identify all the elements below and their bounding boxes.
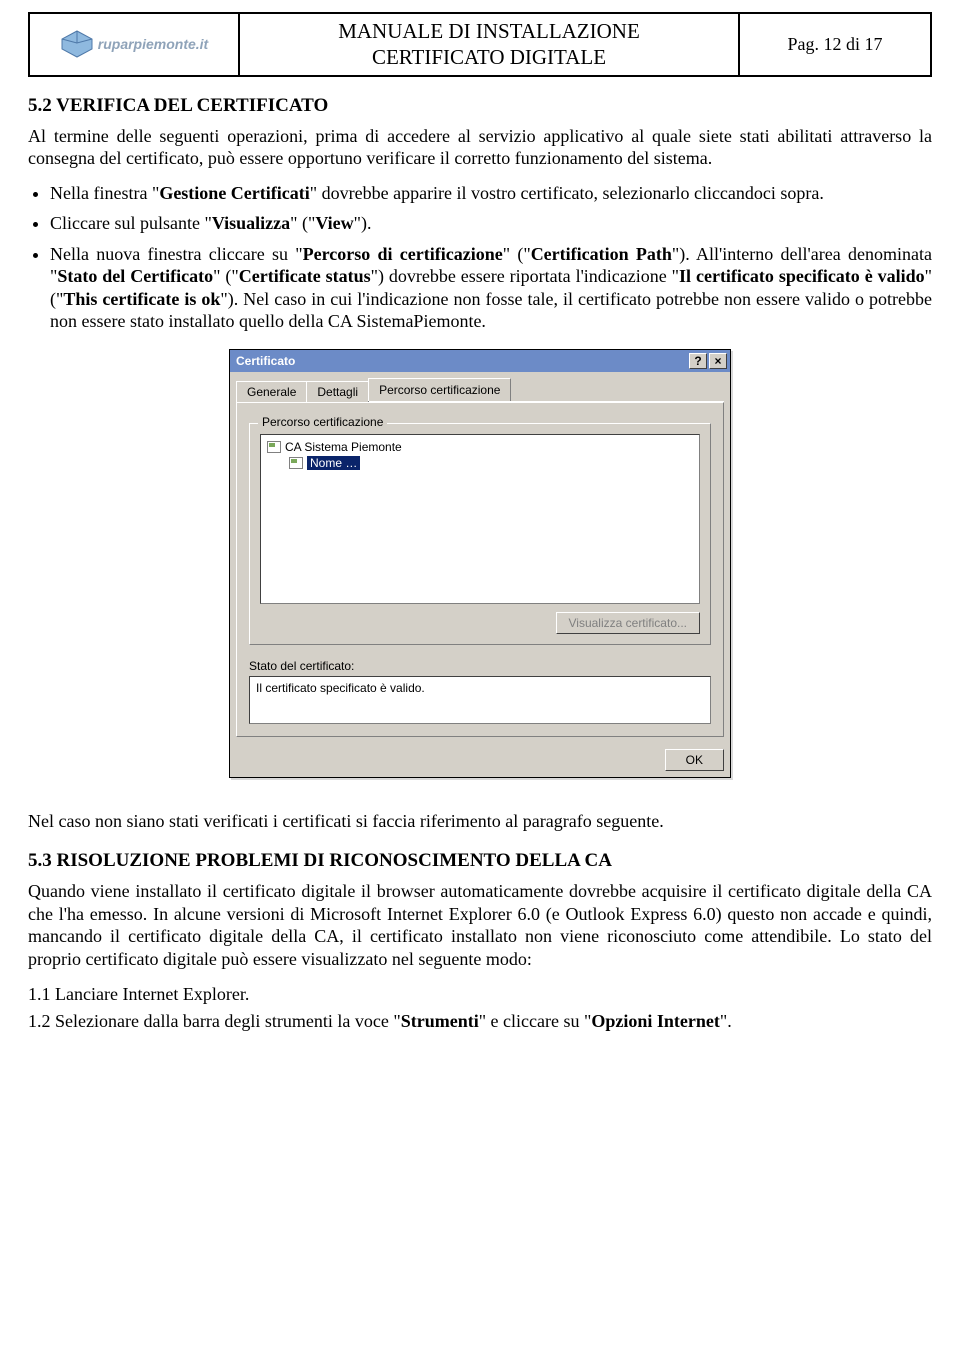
tree-item-user-label: Nome … bbox=[307, 456, 360, 470]
step-2-bold1: Strumenti bbox=[401, 1011, 479, 1031]
dialog-tabs: Generale Dettagli Percorso certificazion… bbox=[236, 378, 724, 402]
step-2-bold2: Opzioni Internet bbox=[591, 1011, 720, 1031]
after-dialog-paragraph: Nel caso non siano stati verificati i ce… bbox=[28, 810, 932, 833]
logo: ruparpiemonte.it bbox=[60, 29, 208, 59]
section-5-3-heading: 5.3 RISOLUZIONE PROBLEMI DI RICONOSCIMEN… bbox=[28, 850, 932, 872]
dialog-titlebar: Certificato ? × bbox=[230, 350, 730, 372]
bullet-3-mid1: " (" bbox=[503, 244, 531, 264]
dialog-help-button[interactable]: ? bbox=[689, 353, 707, 369]
bullet-2-bold1: Visualizza bbox=[212, 213, 290, 233]
header-logo-cell: ruparpiemonte.it bbox=[30, 14, 240, 75]
bullet-1: Nella finestra "Gestione Certificati" do… bbox=[50, 182, 932, 205]
step-1: 1.1 Lanciare Internet Explorer. bbox=[28, 982, 932, 1007]
tab-panel-cert-path: Percorso certificazione CA Sistema Piemo… bbox=[236, 402, 724, 737]
cert-path-groupbox: Percorso certificazione CA Sistema Piemo… bbox=[249, 423, 711, 645]
groupbox-legend: Percorso certificazione bbox=[258, 415, 387, 429]
step-2-post: ". bbox=[720, 1011, 732, 1031]
header-title-line2: CERTIFICATO DIGITALE bbox=[372, 44, 606, 70]
bullet-2-post: "). bbox=[354, 213, 372, 233]
bullet-3: Nella nuova finestra cliccare su "Percor… bbox=[50, 243, 932, 333]
tab-general[interactable]: Generale bbox=[236, 381, 307, 402]
section-5-2-heading: 5.2 VERIFICA DEL CERTIFICATO bbox=[28, 95, 932, 117]
certificate-icon bbox=[267, 441, 281, 453]
header-page-cell: Pag. 12 di 17 bbox=[740, 14, 930, 75]
section-5-2-intro: Al termine delle seguenti operazioni, pr… bbox=[28, 125, 932, 170]
tree-item-ca[interactable]: CA Sistema Piemonte bbox=[265, 439, 695, 455]
bullet-3-bold2: Certification Path bbox=[531, 244, 672, 264]
certificate-icon bbox=[289, 457, 303, 469]
header-title-cell: MANUALE DI INSTALLAZIONE CERTIFICATO DIG… bbox=[240, 14, 740, 75]
bullet-1-post: " dovrebbe apparire il vostro certificat… bbox=[310, 183, 824, 203]
document-page: ruparpiemonte.it MANUALE DI INSTALLAZION… bbox=[0, 0, 960, 1076]
view-certificate-button[interactable]: Visualizza certificato... bbox=[556, 612, 701, 634]
bullet-3-bold6: This certificate is ok bbox=[63, 289, 220, 309]
cert-path-tree[interactable]: CA Sistema Piemonte Nome … bbox=[260, 434, 700, 604]
step-2-pre: 1.2 Selezionare dalla barra degli strume… bbox=[28, 1011, 401, 1031]
steps: 1.1 Lanciare Internet Explorer. 1.2 Sele… bbox=[28, 982, 932, 1034]
bullet-3-pre: Nella nuova finestra cliccare su " bbox=[50, 244, 303, 264]
ok-button[interactable]: OK bbox=[665, 749, 724, 771]
logo-icon bbox=[60, 29, 94, 59]
step-2-mid: " e cliccare su " bbox=[479, 1011, 592, 1031]
bullet-2-pre: Cliccare sul pulsante " bbox=[50, 213, 212, 233]
bullet-2-mid: " (" bbox=[290, 213, 315, 233]
tree-item-ca-label: CA Sistema Piemonte bbox=[285, 440, 402, 454]
step-2: 1.2 Selezionare dalla barra degli strume… bbox=[28, 1009, 932, 1034]
dialog-title: Certificato bbox=[236, 354, 295, 368]
bullet-3-bold3: Stato del Certificato bbox=[57, 266, 213, 286]
certificate-dialog: Certificato ? × Generale Dettagli Percor… bbox=[229, 349, 731, 778]
document-header: ruparpiemonte.it MANUALE DI INSTALLAZION… bbox=[28, 12, 932, 77]
tree-item-user[interactable]: Nome … bbox=[287, 455, 695, 471]
bullet-2-bold2: View bbox=[315, 213, 353, 233]
section-5-2-bullets: Nella finestra "Gestione Certificati" do… bbox=[50, 182, 932, 333]
bullet-1-pre: Nella finestra " bbox=[50, 183, 159, 203]
bullet-3-bold5: Il certificato specificato è valido bbox=[679, 266, 925, 286]
bullet-3-mid4: ") dovrebbe essere riportata l'indicazio… bbox=[371, 266, 679, 286]
bullet-3-mid3: " (" bbox=[213, 266, 239, 286]
cert-status-label: Stato del certificato: bbox=[249, 659, 711, 673]
cert-status-box: Il certificato specificato è valido. bbox=[249, 676, 711, 724]
bullet-1-bold: Gestione Certificati bbox=[159, 183, 309, 203]
dialog-close-button[interactable]: × bbox=[709, 353, 727, 369]
header-title-line1: MANUALE DI INSTALLAZIONE bbox=[338, 18, 640, 44]
bullet-3-bold1: Percorso di certificazione bbox=[303, 244, 503, 264]
tab-cert-path[interactable]: Percorso certificazione bbox=[368, 378, 511, 401]
bullet-3-bold4: Certificate status bbox=[239, 266, 371, 286]
cert-status-value: Il certificato specificato è valido. bbox=[256, 681, 425, 695]
tab-details[interactable]: Dettagli bbox=[306, 381, 369, 402]
logo-text: ruparpiemonte.it bbox=[98, 36, 208, 52]
bullet-2: Cliccare sul pulsante "Visualizza" ("Vie… bbox=[50, 212, 932, 235]
page-number: Pag. 12 di 17 bbox=[787, 34, 882, 55]
section-5-3-body: Quando viene installato il certificato d… bbox=[28, 880, 932, 970]
